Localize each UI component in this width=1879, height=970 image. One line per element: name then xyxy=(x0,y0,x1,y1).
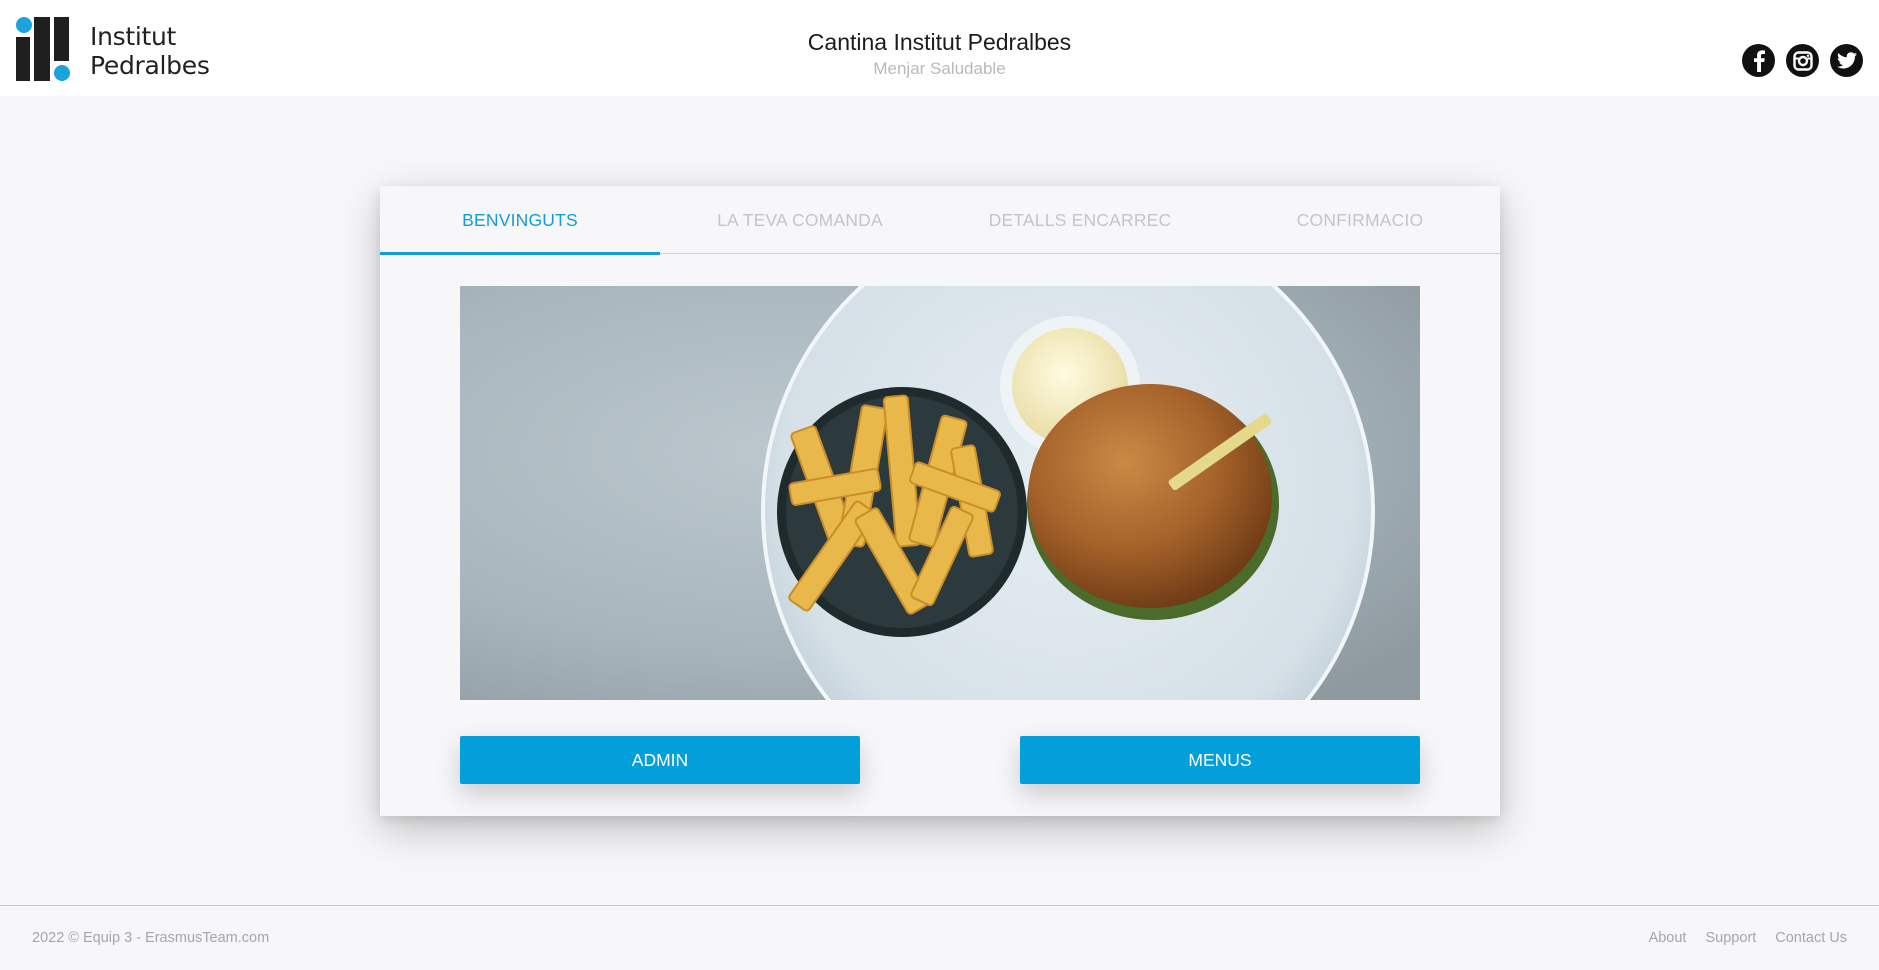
facebook-icon[interactable] xyxy=(1742,44,1775,77)
copyright-text: 2022 © Equip 3 - ErasmusTeam.com xyxy=(32,930,270,946)
wizard-tabs: BENVINGUTS LA TEVA COMANDA DETALLS ENCAR… xyxy=(380,186,1500,255)
footer-link-about[interactable]: About xyxy=(1649,930,1687,946)
tab-confirmacio[interactable]: CONFIRMACIO xyxy=(1220,186,1500,254)
social-links xyxy=(1742,44,1863,77)
tab-la-teva-comanda[interactable]: LA TEVA COMANDA xyxy=(660,186,940,254)
footer-links: About Support Contact Us xyxy=(1649,930,1847,946)
hero-image-burger-fries xyxy=(460,286,1420,700)
site-footer: 2022 © Equip 3 - ErasmusTeam.com About S… xyxy=(0,905,1879,970)
menus-button[interactable]: MENUS xyxy=(1020,736,1420,784)
twitter-icon[interactable] xyxy=(1830,44,1863,77)
instagram-icon[interactable] xyxy=(1786,44,1819,77)
tab-detalls-encarrec[interactable]: DETALLS ENCARREC xyxy=(940,186,1220,254)
footer-link-support[interactable]: Support xyxy=(1705,930,1756,946)
admin-button[interactable]: ADMIN xyxy=(460,736,860,784)
site-header: Institut Pedralbes Cantina Institut Pedr… xyxy=(0,0,1879,96)
tab-benvinguts[interactable]: BENVINGUTS xyxy=(380,186,660,255)
site-subtitle: Menjar Saludable xyxy=(873,59,1006,78)
wizard-card: BENVINGUTS LA TEVA COMANDA DETALLS ENCAR… xyxy=(380,186,1500,816)
footer-link-contact-us[interactable]: Contact Us xyxy=(1775,930,1847,946)
site-title: Cantina Institut Pedralbes xyxy=(807,29,1072,55)
